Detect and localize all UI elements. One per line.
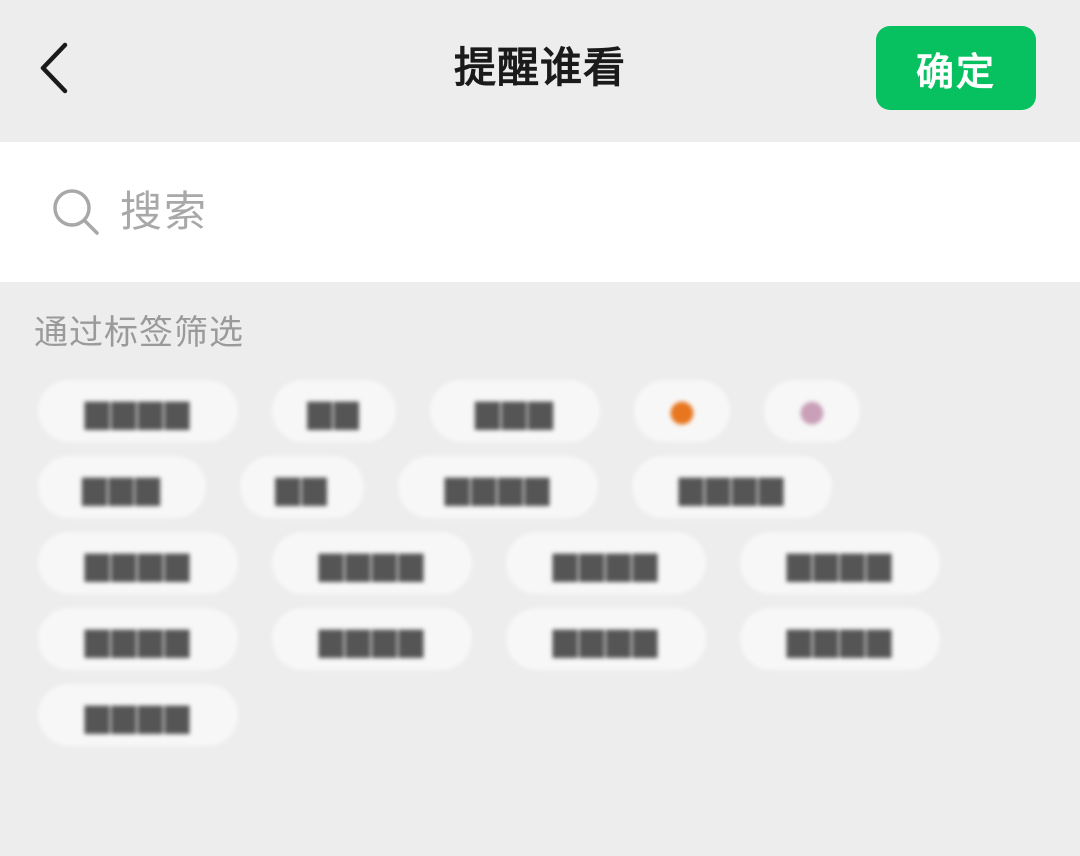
page: 提醒谁看 确定 搜索 通过标签筛选 ▆▆▆▆ ▆▆ ▆▆▆ ● ● ▆▆▆ ▆▆… (0, 0, 1080, 856)
search-icon (53, 189, 99, 235)
tag-chip[interactable]: ▆▆▆▆ (272, 608, 472, 670)
tag-chip[interactable]: ▆▆▆▆ (506, 532, 706, 594)
tag-chip[interactable]: ● (764, 380, 860, 442)
tag-row: ▆▆▆▆ ▆▆ ▆▆▆ ● ● (38, 380, 1058, 450)
tag-chip[interactable]: ▆▆▆▆ (398, 456, 598, 518)
tag-chip[interactable]: ▆▆▆▆ (272, 532, 472, 594)
tag-row: ▆▆▆▆ (38, 684, 1058, 754)
tag-list: ▆▆▆▆ ▆▆ ▆▆▆ ● ● ▆▆▆ ▆▆ ▆▆▆▆ ▆▆▆▆ ▆▆▆▆ ▆▆… (38, 380, 1058, 760)
tag-row: ▆▆▆ ▆▆ ▆▆▆▆ ▆▆▆▆ (38, 456, 1058, 526)
tag-filter-label: 通过标签筛选 (34, 313, 244, 353)
tag-chip[interactable]: ▆▆▆▆ (38, 532, 238, 594)
search-input[interactable]: 搜索 (120, 182, 208, 242)
tag-chip[interactable]: ▆▆▆ (430, 380, 600, 442)
tag-row: ▆▆▆▆ ▆▆▆▆ ▆▆▆▆ ▆▆▆▆ (38, 532, 1058, 602)
tag-chip[interactable]: ▆▆▆▆ (38, 684, 238, 746)
tag-chip[interactable]: ▆▆▆▆ (740, 532, 940, 594)
tag-chip[interactable]: ▆▆▆ (38, 456, 206, 518)
tag-chip[interactable]: ▆▆ (272, 380, 396, 442)
tag-chip[interactable]: ▆▆▆▆ (632, 456, 832, 518)
header-bar: 提醒谁看 确定 (0, 0, 1080, 132)
tag-chip[interactable]: ▆▆▆▆ (506, 608, 706, 670)
tag-chip[interactable]: ▆▆▆▆ (38, 608, 238, 670)
search-bar[interactable]: 搜索 (0, 142, 1080, 282)
tag-chip[interactable]: ▆▆▆▆ (38, 380, 238, 442)
tag-chip[interactable]: ▆▆▆▆ (740, 608, 940, 670)
tag-row: ▆▆▆▆ ▆▆▆▆ ▆▆▆▆ ▆▆▆▆ (38, 608, 1058, 678)
tag-chip[interactable]: ▆▆ (240, 456, 364, 518)
tag-chip[interactable]: ● (634, 380, 730, 442)
confirm-button[interactable]: 确定 (876, 26, 1036, 110)
